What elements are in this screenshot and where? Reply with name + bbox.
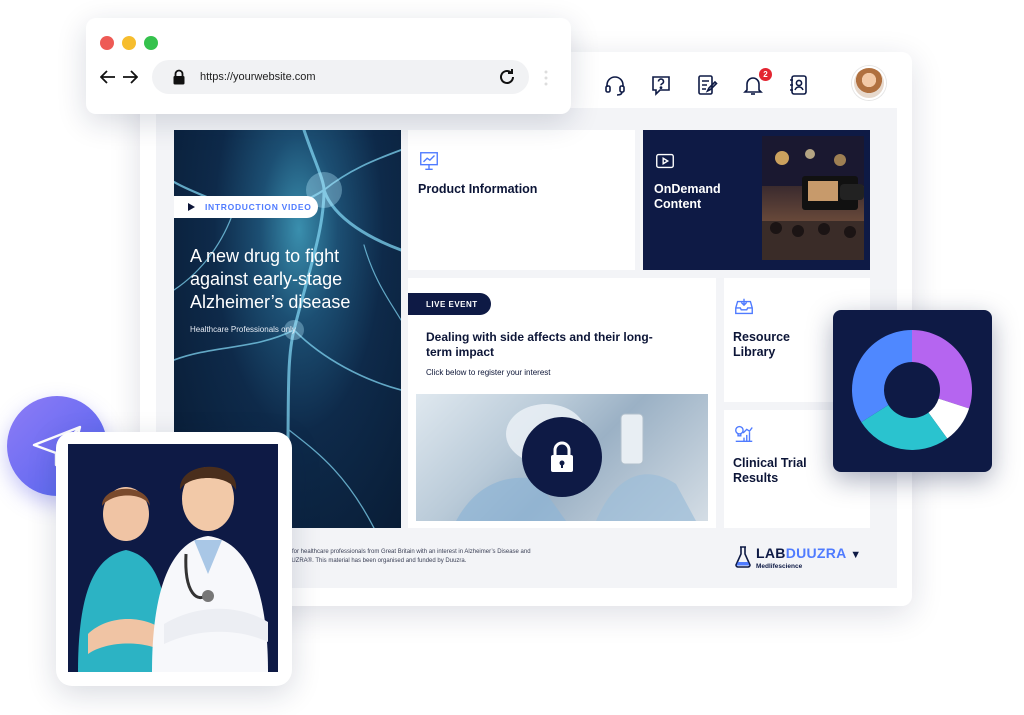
live-event-title: Dealing with side affects and their long… [426,330,653,359]
bell-icon[interactable]: 2 [740,68,772,98]
donut-segment [852,330,912,423]
brand-name-lab: LAB [756,545,786,561]
brand-tagline: Medlifescience [756,563,803,570]
brand-logo[interactable]: LABDUUZRA ▼ Medlifescience [735,546,861,570]
lock-icon [173,69,185,85]
notification-badge: 2 [759,68,772,81]
headset-icon[interactable] [602,72,628,98]
brand-flask-icon [735,546,751,568]
video-play-icon [654,150,676,177]
reload-icon[interactable] [497,67,517,87]
register-lock-button[interactable] [522,417,602,497]
brand-name-duuzra: DUUZRA [785,545,847,561]
bulb-chart-icon [733,422,755,449]
window-minimize-dot[interactable] [122,36,136,50]
play-icon [188,203,195,211]
footer-line-2: UUZRA®. This material has been organised… [287,558,467,564]
product-information-tile[interactable]: Product Information [408,130,635,270]
help-icon[interactable] [648,72,674,98]
doctors-card [56,432,292,686]
forward-arrow-icon[interactable] [122,70,138,84]
footer-disclaimer: d for healthcare professionals from Grea… [287,548,577,566]
clinical-trial-label: Clinical Trial Results [733,456,807,485]
edit-notes-icon[interactable] [694,72,720,98]
address-bar[interactable]: https://yourwebsite.com [152,60,529,94]
header-icon-bar: 2 [602,68,832,102]
doctors-photo [68,444,278,672]
conference-photo [762,136,864,260]
brand-name: LABDUUZRA ▼ [756,546,861,563]
back-arrow-icon[interactable] [100,70,116,84]
product-information-label: Product Information [418,182,538,196]
resource-library-label: Resource Library [733,330,790,359]
introduction-video-pill[interactable]: INTRODUCTION VIDEO [174,196,318,218]
more-menu-icon[interactable] [544,70,548,86]
live-event-subtitle: Click below to register your interest [426,368,551,377]
lock-icon [551,441,573,472]
hero-subtitle: Healthcare Professionals only [190,325,296,334]
introduction-video-label: INTRODUCTION VIDEO [205,202,312,212]
contacts-icon[interactable] [786,72,812,98]
donut-chart [852,330,972,450]
ondemand-content-label: OnDemand Content [654,182,721,211]
live-event-pill: LIVE EVENT [408,293,491,315]
inbox-download-icon [733,296,755,323]
url-text: https://yourwebsite.com [200,71,316,83]
hero-title: A new drug to fight against early-stage … [190,246,351,312]
window-close-dot[interactable] [100,36,114,50]
footer-line-1: d for healthcare professionals from Grea… [287,549,531,555]
browser-window-bar: https://yourwebsite.com [86,18,571,114]
trend-chart-icon [418,150,440,177]
user-avatar[interactable] [852,66,886,100]
donut-chart-card [833,310,992,472]
brand-caret-icon: ▼ [850,549,862,561]
donut-segment [912,330,972,409]
window-maximize-dot[interactable] [144,36,158,50]
